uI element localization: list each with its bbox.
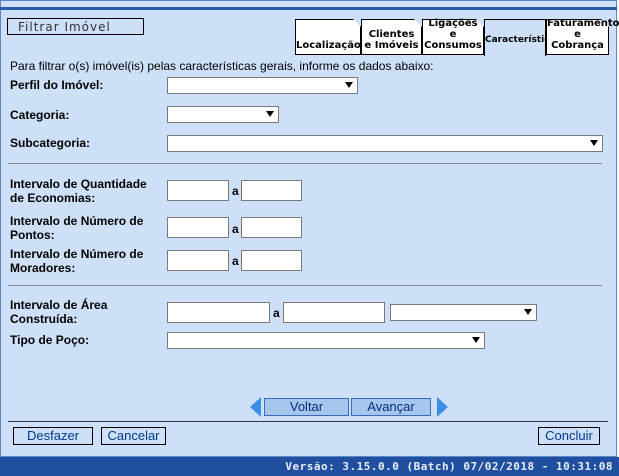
tab-fold-corner <box>353 19 361 27</box>
tab-clientes-imoveis[interactable]: Clientes e Imóveis <box>361 19 422 55</box>
economias-min-input[interactable] <box>167 180 229 201</box>
avancar-button[interactable]: Avançar <box>351 398 431 416</box>
perfil-label: Perfil do Imóvel: <box>10 78 104 92</box>
tab-faturamento-cobranca[interactable]: Faturamento e Cobrança <box>546 18 619 55</box>
chevron-down-icon <box>472 337 480 343</box>
categoria-select[interactable] <box>167 106 279 123</box>
chevron-down-icon <box>590 140 598 146</box>
tab-label: Faturamento e Cobrança <box>547 18 619 51</box>
poco-select[interactable] <box>167 332 485 349</box>
range-separator: a <box>232 222 239 236</box>
divider <box>8 285 602 286</box>
range-separator: a <box>273 306 280 320</box>
cancelar-button[interactable]: Cancelar <box>101 427 166 445</box>
arrow-right-icon[interactable] <box>437 397 448 417</box>
area-min-input[interactable] <box>167 302 270 323</box>
desfazer-button[interactable]: Desfazer <box>13 427 93 445</box>
concluir-button[interactable]: Concluir <box>538 427 600 445</box>
pontos-max-input[interactable] <box>241 217 302 238</box>
area-max-input[interactable] <box>283 302 385 323</box>
categoria-label: Categoria: <box>10 108 70 122</box>
range-separator: a <box>232 254 239 268</box>
panel-title: Filtrar Imóvel <box>7 18 144 35</box>
area-unit-select[interactable] <box>390 304 537 321</box>
tab-label: Localização <box>296 40 361 51</box>
economias-label: Intervalo de Quantidade de Economias: <box>10 177 147 205</box>
divider <box>8 163 602 164</box>
moradores-min-input[interactable] <box>167 250 229 271</box>
subcategoria-select[interactable] <box>167 135 603 152</box>
version-status-bar: Versão: 3.15.0.0 (Batch) 07/02/2018 - 10… <box>0 457 619 476</box>
chevron-down-icon <box>266 111 274 117</box>
tab-ligacoes-consumos[interactable]: Ligações e Consumos <box>422 18 484 55</box>
area-label: Intervalo de Área Construída: <box>10 298 108 326</box>
intro-text: Para filtrar o(s) imóvel(is) pelas carac… <box>10 59 434 73</box>
poco-label: Tipo de Poço: <box>10 333 90 347</box>
economias-max-input[interactable] <box>241 180 302 201</box>
bottom-divider <box>8 421 608 422</box>
tab-label: Ligações e Consumos <box>424 18 482 51</box>
chevron-down-icon <box>524 309 532 315</box>
top-border-line <box>0 7 617 10</box>
moradores-label: Intervalo de Número de Moradores: <box>10 247 144 275</box>
perfil-select[interactable] <box>167 77 358 94</box>
pontos-min-input[interactable] <box>167 217 229 238</box>
arrow-left-icon[interactable] <box>250 397 261 417</box>
moradores-max-input[interactable] <box>241 250 302 271</box>
pontos-label: Intervalo de Número de Pontos: <box>10 214 144 242</box>
subcategoria-label: Subcategoria: <box>10 136 91 150</box>
voltar-button[interactable]: Voltar <box>264 398 349 416</box>
chevron-down-icon <box>345 82 353 88</box>
tab-localizacao[interactable]: Localização <box>295 19 361 55</box>
tab-fold-corner <box>414 19 422 27</box>
tab-label: Característica <box>485 35 556 45</box>
range-separator: a <box>232 184 239 198</box>
tab-label: Clientes e Imóveis <box>364 29 419 51</box>
tab-caracteristica[interactable]: Característica <box>484 19 556 56</box>
